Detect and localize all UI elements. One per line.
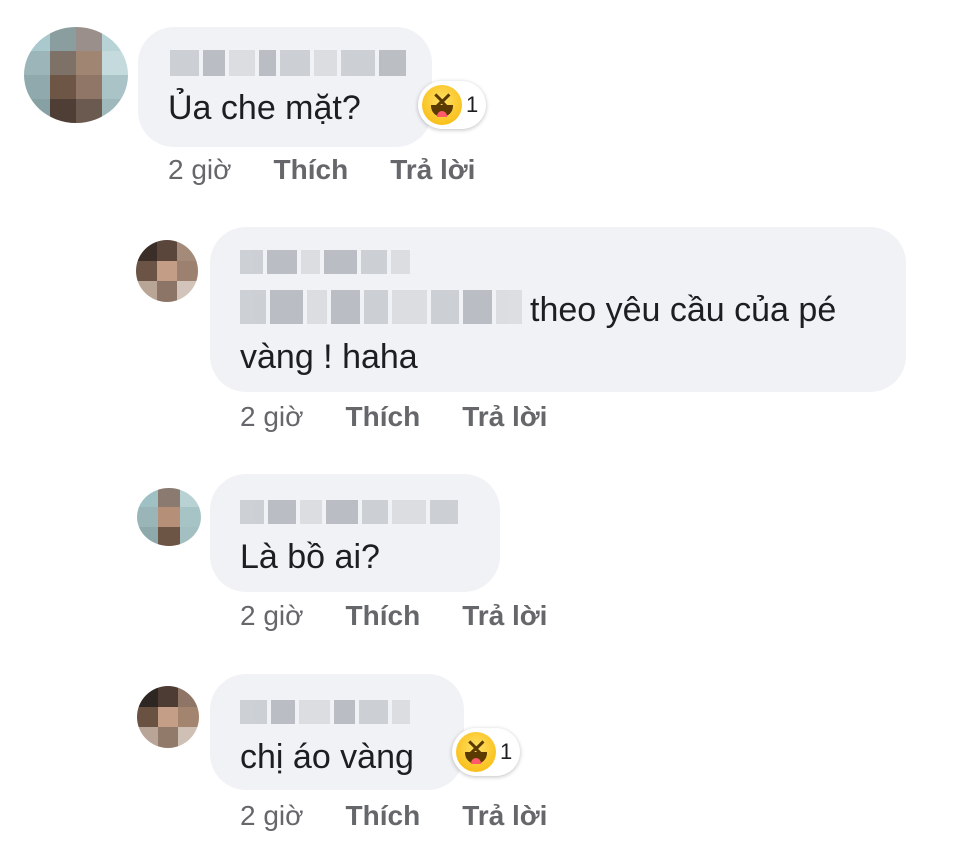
reaction-count: 1 <box>466 92 479 117</box>
like-button[interactable]: Thích <box>274 154 349 186</box>
avatar[interactable] <box>136 240 198 302</box>
comment-actions: 2 giờ Thích Trả lời <box>240 401 589 433</box>
timestamp[interactable]: 2 giờ <box>240 600 304 632</box>
timestamp[interactable]: 2 giờ <box>168 154 232 186</box>
comment-actions: 2 giờ Thích Trả lời <box>240 600 589 632</box>
author-name-redacted <box>240 500 476 524</box>
reaction-badge[interactable]: 1 <box>452 728 521 776</box>
mention-redacted <box>240 290 523 324</box>
comment-text: theo yêu cầu của pé <box>530 291 837 329</box>
author-name-redacted <box>240 250 410 274</box>
timestamp[interactable]: 2 giờ <box>240 800 304 832</box>
reaction-badge[interactable]: 1 <box>418 81 487 129</box>
avatar[interactable] <box>24 27 128 123</box>
reaction-count: 1 <box>500 739 513 764</box>
comment-text: vàng ! haha <box>240 338 418 376</box>
avatar[interactable] <box>137 686 199 748</box>
comment-actions: 2 giờ Thích Trả lời <box>240 800 589 832</box>
like-button[interactable]: Thích <box>346 401 421 433</box>
avatar[interactable] <box>137 488 201 546</box>
reply-button[interactable]: Trả lời <box>462 401 547 433</box>
timestamp[interactable]: 2 giờ <box>240 401 304 433</box>
author-name-redacted <box>240 700 410 724</box>
reply-button[interactable]: Trả lời <box>462 600 547 632</box>
comment-actions: 2 giờ Thích Trả lời <box>168 154 517 186</box>
comment-text: Là bồ ai? <box>240 538 380 576</box>
reply-button[interactable]: Trả lời <box>390 154 475 186</box>
reply-button[interactable]: Trả lời <box>462 800 547 832</box>
comment-text: Ủa che mặt? <box>168 89 361 127</box>
author-name-redacted <box>170 50 406 76</box>
like-button[interactable]: Thích <box>346 600 421 632</box>
haha-reaction-icon <box>422 85 462 125</box>
haha-reaction-icon <box>456 732 496 772</box>
comment-text: chị áo vàng <box>240 738 414 776</box>
like-button[interactable]: Thích <box>346 800 421 832</box>
